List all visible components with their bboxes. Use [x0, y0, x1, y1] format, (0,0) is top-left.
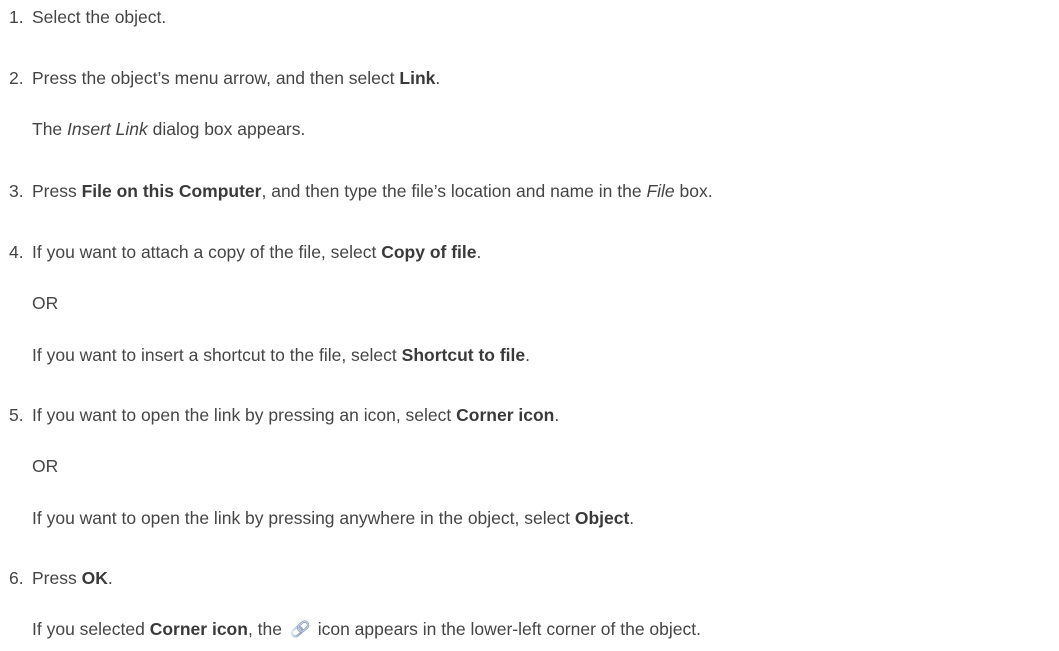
step-5-text: If you want to open the link by pressing… — [32, 404, 559, 426]
step-3-bold: File on this Computer — [81, 181, 262, 201]
step-5-post: . — [554, 405, 560, 425]
step-2-pre: Press the object’s menu arrow, and then … — [32, 68, 400, 88]
step-2-note: The Insert Link dialog box appears. — [32, 118, 305, 140]
step-2-bold: Link — [399, 68, 436, 88]
step-6-post: . — [107, 568, 113, 588]
step-6-text: Press OK. — [32, 567, 113, 589]
step-4-number: 4. — [9, 242, 24, 262]
step-6-bold: OK — [81, 568, 108, 588]
step-4-pre: If you want to attach a copy of the file… — [32, 242, 382, 262]
step-6-note: If you selected Corner icon, the icon ap… — [32, 618, 701, 640]
step-1-number: 1. — [9, 7, 24, 27]
link-icon — [289, 619, 311, 639]
step-5-alt-bold: Object — [574, 508, 630, 528]
step-6-note-pre: If you selected — [32, 619, 150, 639]
step-6-note-mid: , the — [247, 619, 287, 639]
step-1-text: Select the object. — [32, 6, 166, 28]
step-2-text: Press the object’s menu arrow, and then … — [32, 67, 440, 89]
step-4-alt: If you want to insert a shortcut to the … — [32, 344, 530, 366]
step-2-note-pre: The — [32, 119, 68, 139]
step-5-bold: Corner icon — [456, 405, 555, 425]
step-5-number: 5. — [9, 405, 24, 425]
step-2-note-italic: Insert Link — [67, 119, 148, 139]
step-6-number: 6. — [9, 568, 24, 588]
step-4-alt-post: . — [525, 345, 530, 365]
step-3-text: Press File on this Computer, and then ty… — [32, 180, 713, 202]
step-3-number: 3. — [9, 181, 24, 201]
step-2-note-post: dialog box appears. — [147, 119, 306, 139]
step-3-post: box. — [674, 181, 713, 201]
step-3-mid: , and then type the file’s location and … — [261, 181, 647, 201]
step-4-text: If you want to attach a copy of the file… — [32, 241, 481, 263]
step-5-or: OR — [32, 456, 59, 476]
step-2-number: 2. — [9, 68, 24, 88]
step-4-or: OR — [32, 293, 59, 313]
step-4-bold: Copy of file — [381, 242, 477, 262]
instructions-page: { "steps": [ { "number": "1.", "text": "… — [0, 0, 1059, 651]
step-5-alt-post: . — [629, 508, 635, 528]
step-2-post: . — [435, 68, 441, 88]
step-4-post: . — [476, 242, 482, 262]
step-5-alt-pre: If you want to open the link by pressing… — [32, 508, 575, 528]
step-3-italic: File — [646, 181, 675, 201]
step-5-pre: If you want to open the link by pressing… — [32, 405, 457, 425]
step-6-note-bold: Corner icon — [149, 619, 248, 639]
step-6-pre: Press — [32, 568, 82, 588]
step-4-alt-pre: If you want to insert a shortcut to the … — [32, 345, 402, 365]
step-6-note-post: icon appears in the lower-left corner of… — [312, 619, 701, 639]
step-5-alt: If you want to open the link by pressing… — [32, 507, 634, 529]
step-4-alt-bold: Shortcut to file — [401, 345, 526, 365]
step-1-label: Select the object. — [32, 7, 167, 27]
step-3-pre: Press — [32, 181, 82, 201]
